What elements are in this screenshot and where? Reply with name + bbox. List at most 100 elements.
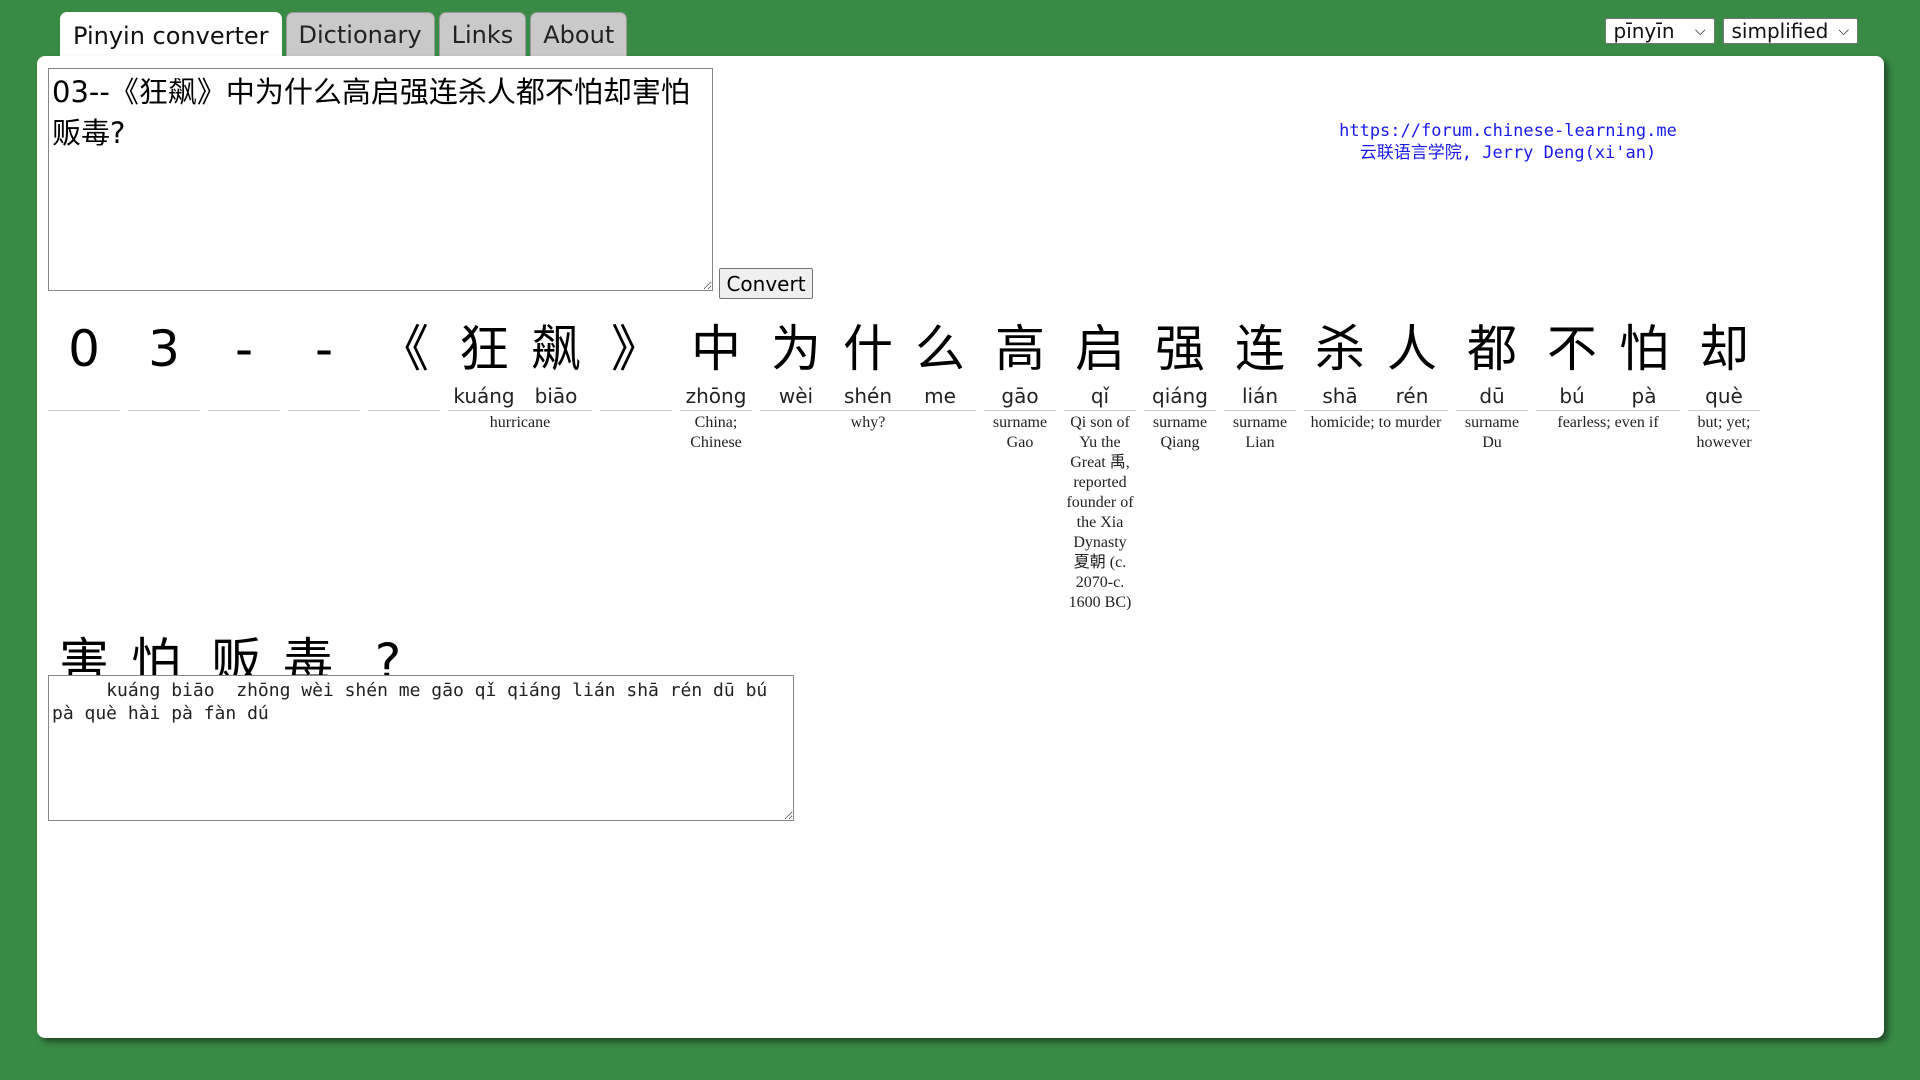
char-cell: 怕 pà xyxy=(1608,314,1680,408)
char-cell: 启 qǐ xyxy=(1064,314,1136,408)
gloss xyxy=(600,411,672,413)
gloss: Qi son of Yu the Great 禹, reported found… xyxy=(1066,414,1134,611)
hanzi: 3 xyxy=(148,320,180,378)
chinese-input[interactable]: 03--《狂飙》中为什么高启强连杀人都不怕却害怕贩毒? xyxy=(48,68,713,291)
gloss: surname Du xyxy=(1464,414,1520,451)
word-group[interactable]: 杀 shā 人 rén homicide; to murder xyxy=(1304,314,1448,433)
char-cell: 0 xyxy=(48,314,120,408)
char-cell: 人 rén xyxy=(1376,314,1448,408)
word-group[interactable]: 高 gāo surname Gao xyxy=(984,314,1056,453)
char-cell: - xyxy=(208,314,280,408)
word-group[interactable]: 不 bú 怕 pà fearless; even if xyxy=(1536,314,1680,433)
gloss xyxy=(368,411,440,413)
gloss: homicide; to murder xyxy=(1310,414,1442,431)
hanzi: 高 xyxy=(995,320,1045,378)
annotation-row: 0 3- - 《狂 kuáng 飙 biāo hurricane 》中 zhōng China; C… xyxy=(48,314,1768,613)
word-group[interactable]: 却 què but; yet; however xyxy=(1688,314,1760,453)
word-group[interactable]: 都 dū surname Du xyxy=(1456,314,1528,453)
script-select[interactable]: simplified ⌵ xyxy=(1722,18,1858,44)
hanzi: - xyxy=(314,320,334,378)
char-cell: 飙 biāo xyxy=(520,314,592,408)
tab-dictionary[interactable]: Dictionary xyxy=(285,12,435,56)
tab-about[interactable]: About xyxy=(530,12,628,56)
word-group[interactable]: 0 xyxy=(48,314,120,413)
word-group[interactable]: 3 xyxy=(128,314,200,413)
hanzi: 为 xyxy=(771,320,821,378)
pinyin: shā xyxy=(1322,384,1358,408)
char-cell: 强 qiáng xyxy=(1144,314,1216,408)
pinyin: què xyxy=(1705,384,1743,408)
char-cell: 》 xyxy=(600,314,672,408)
hanzi: 么 xyxy=(915,320,965,378)
romanization-select-value: pīnyīn xyxy=(1613,19,1675,43)
word-group[interactable]: - xyxy=(208,314,280,413)
hanzi: 《 xyxy=(379,320,429,378)
hanzi: 启 xyxy=(1075,320,1125,378)
converter-panel: 03--《狂飙》中为什么高启强连杀人都不怕却害怕贩毒? Convert http… xyxy=(37,56,1884,1038)
hanzi: 》 xyxy=(611,320,661,378)
char-cell: 高 gāo xyxy=(984,314,1056,408)
char-cell: 狂 kuáng xyxy=(448,314,520,408)
hanzi: 怕 xyxy=(1619,320,1669,378)
pinyin: wèi xyxy=(778,384,814,408)
word-group[interactable]: 启 qǐ Qi son of Yu the Great 禹, reported fo… xyxy=(1064,314,1136,613)
credit-link[interactable]: https://forum.chinese-learning.me 云联语言学院… xyxy=(1278,120,1738,164)
char-cell: 《 xyxy=(368,314,440,408)
word-group[interactable]: 为 wèi 什 shén 么 me why? xyxy=(760,314,976,433)
script-select-value: simplified xyxy=(1731,19,1829,43)
pinyin: zhōng xyxy=(685,384,747,408)
char-cell: 都 dū xyxy=(1456,314,1528,408)
word-group[interactable]: 强 qiáng surname Qiang xyxy=(1144,314,1216,453)
hanzi: 强 xyxy=(1155,320,1205,378)
pinyin: kuáng xyxy=(453,384,515,408)
char-cell: 3 xyxy=(128,314,200,408)
gloss: but; yet; however xyxy=(1696,414,1752,451)
tab-links[interactable]: Links xyxy=(438,12,527,56)
hanzi: - xyxy=(234,320,254,378)
hanzi: 什 xyxy=(843,320,893,378)
hanzi: 飙 xyxy=(531,320,581,378)
pinyin: lián xyxy=(1241,384,1279,408)
hanzi: 0 xyxy=(68,320,100,378)
word-group[interactable]: 》 xyxy=(600,314,672,413)
gloss: surname Gao xyxy=(992,414,1048,451)
gloss xyxy=(128,411,200,413)
hanzi: 不 xyxy=(1547,320,1597,378)
gloss: why? xyxy=(850,414,886,431)
char-cell: 杀 shā xyxy=(1304,314,1376,408)
gloss xyxy=(208,411,280,413)
pinyin: pà xyxy=(1631,384,1657,408)
pinyin: biāo xyxy=(534,384,578,408)
word-group[interactable]: 中 zhōng China; Chinese xyxy=(680,314,752,453)
pinyin: dū xyxy=(1479,384,1505,408)
options-bar: pīnyīn ⌵ simplified ⌵ xyxy=(1604,18,1858,44)
pinyin: shén xyxy=(843,384,893,408)
hanzi: 狂 xyxy=(459,320,509,378)
romanization-select[interactable]: pīnyīn ⌵ xyxy=(1604,18,1715,44)
pinyin: gāo xyxy=(1001,384,1039,408)
char-cell: 么 me xyxy=(904,314,976,408)
gloss: surname Qiang xyxy=(1152,414,1208,451)
word-group[interactable]: - xyxy=(288,314,360,413)
pinyin: qiáng xyxy=(1152,384,1208,408)
char-cell: 不 bú xyxy=(1536,314,1608,408)
gloss: China; Chinese xyxy=(690,414,742,451)
word-group[interactable]: 《 xyxy=(368,314,440,413)
gloss xyxy=(48,411,120,413)
convert-button[interactable]: Convert xyxy=(719,268,813,299)
word-group[interactable]: 连 lián surname Lian xyxy=(1224,314,1296,453)
char-cell: 什 shén xyxy=(832,314,904,408)
hanzi: 却 xyxy=(1699,320,1749,378)
pinyin: me xyxy=(924,384,956,408)
char-cell: 却 què xyxy=(1688,314,1760,408)
pinyin: bú xyxy=(1559,384,1585,408)
hanzi: 中 xyxy=(691,320,741,378)
char-cell: 为 wèi xyxy=(760,314,832,408)
tab-pinyin-converter[interactable]: Pinyin converter xyxy=(60,12,282,58)
gloss: surname Lian xyxy=(1232,414,1288,451)
tab-bar: Pinyin converter Dictionary Links About xyxy=(60,12,628,58)
pinyin-output[interactable]: kuáng biāo zhōng wèi shén me gāo qǐ qián… xyxy=(48,675,794,821)
word-group[interactable]: 狂 kuáng 飙 biāo hurricane xyxy=(448,314,592,433)
chevron-down-icon: ⌵ xyxy=(1838,23,1849,39)
credit-author: 云联语言学院, Jerry Deng(xi'an) xyxy=(1359,143,1657,163)
